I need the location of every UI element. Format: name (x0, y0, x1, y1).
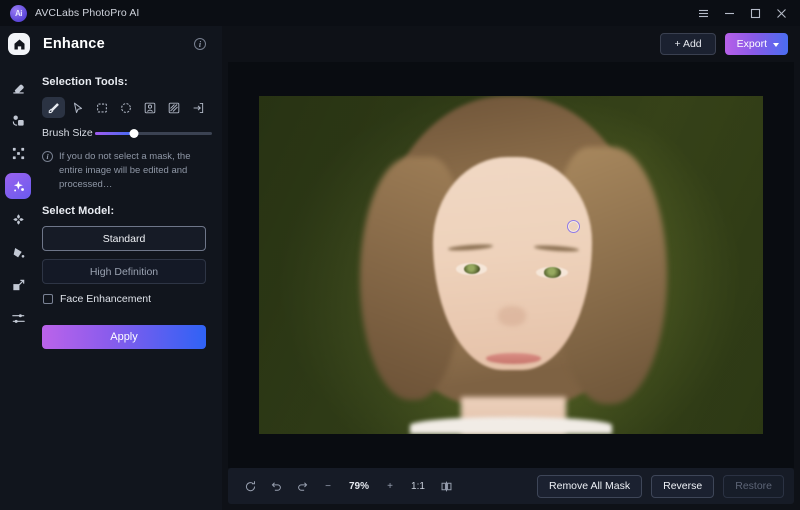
bottom-toolbar: − 79% + 1:1 Remove All Mask Reverse Rest… (228, 468, 794, 504)
reverse-button[interactable]: Reverse (651, 474, 715, 498)
selection-tools-label: Selection Tools: (42, 76, 128, 88)
brush-size-label: Brush Size (42, 127, 93, 139)
app-title: AVCLabs PhotoPro AI (35, 7, 140, 19)
photo-preview[interactable] (259, 96, 763, 434)
undo-icon[interactable] (264, 475, 288, 497)
photo-face (432, 156, 592, 370)
apply-button[interactable]: Apply (42, 325, 206, 350)
photo-iris-right (544, 267, 561, 278)
face-enhancement-row[interactable]: Face Enhancement (43, 293, 222, 305)
remove-all-mask-button[interactable]: Remove All Mask (537, 474, 643, 498)
maximize-icon[interactable] (742, 2, 768, 24)
photo-lips (485, 352, 542, 364)
zoom-level: 79% (348, 480, 369, 492)
actual-size-button[interactable]: 1:1 (404, 475, 432, 497)
page-title: Enhance (43, 36, 105, 52)
face-enhancement-checkbox[interactable] (43, 294, 53, 305)
minimize-icon[interactable] (716, 2, 742, 24)
app-body: Selection Tools: Brush Size i If you do … (0, 62, 800, 510)
export-button-label: Export (736, 38, 767, 50)
slider-handle[interactable] (129, 128, 139, 138)
info-icon: i (42, 151, 53, 162)
chevron-down-icon (773, 42, 779, 47)
home-icon[interactable] (8, 33, 30, 55)
add-button[interactable]: + Add (660, 33, 716, 55)
menu-icon[interactable] (690, 2, 716, 24)
header-left: Enhance i (0, 26, 222, 62)
photo-shirt (410, 417, 612, 434)
restore-button: Restore (723, 474, 784, 498)
model-option-standard[interactable]: Standard (42, 226, 206, 252)
model-option-high-definition[interactable]: High Definition (42, 259, 206, 285)
rail-item-colorize[interactable] (5, 239, 31, 265)
face-enhancement-label: Face Enhancement (60, 293, 152, 306)
brush-size-slider[interactable] (95, 127, 212, 139)
rail-item-retouch[interactable] (5, 206, 31, 232)
ellipse-select-tool[interactable] (114, 97, 137, 118)
split-compare-icon[interactable] (434, 475, 458, 497)
header-right: + Add Export (222, 26, 800, 62)
window-controls (690, 2, 794, 24)
rail-item-object-removal[interactable] (5, 107, 31, 133)
tool-panel: Selection Tools: Brush Size i If you do … (36, 62, 222, 510)
background-select-tool[interactable] (162, 97, 185, 118)
mask-hint-text: If you do not select a mask, the entire … (59, 151, 191, 190)
rail-item-adjust[interactable] (5, 305, 31, 331)
photo-nose (498, 305, 527, 326)
rail-item-enhance[interactable] (5, 173, 31, 199)
info-icon[interactable]: i (194, 38, 206, 50)
zoom-out-button[interactable]: − (316, 475, 340, 497)
stage: − 79% + 1:1 Remove All Mask Reverse Rest… (222, 62, 800, 510)
rectangle-select-tool[interactable] (90, 97, 113, 118)
tool-rail (0, 62, 36, 510)
brush-size-row: Brush Size (42, 127, 222, 139)
canvas[interactable] (228, 62, 794, 468)
rail-item-upscale[interactable] (5, 140, 31, 166)
portrait-select-tool[interactable] (138, 97, 161, 118)
redo-icon[interactable] (290, 475, 314, 497)
bottom-toolbar-left: − 79% + 1:1 (238, 475, 458, 497)
pointer-tool[interactable] (66, 97, 89, 118)
title-bar: Ai AVCLabs PhotoPro AI (0, 0, 800, 26)
import-mask-tool[interactable] (186, 97, 209, 118)
zoom-in-button[interactable]: + (378, 475, 402, 497)
brush-tool[interactable] (42, 97, 65, 118)
export-button[interactable]: Export (724, 33, 788, 55)
close-icon[interactable] (768, 2, 794, 24)
app-logo-icon: Ai (10, 4, 27, 22)
selection-tools-row (42, 97, 222, 118)
reset-icon[interactable] (238, 475, 262, 497)
rail-item-resize[interactable] (5, 272, 31, 298)
select-model-label: Select Model: (42, 205, 115, 218)
slider-fill (95, 131, 134, 135)
rail-item-eraser[interactable] (5, 74, 31, 100)
bottom-toolbar-right: Remove All Mask Reverse Restore (537, 474, 784, 498)
app-window: Ai AVCLabs PhotoPro AI Enhance i + Add E… (0, 0, 800, 510)
mask-hint: i If you do not select a mask, the entir… (42, 150, 222, 191)
header-bar: Enhance i + Add Export (0, 26, 800, 62)
